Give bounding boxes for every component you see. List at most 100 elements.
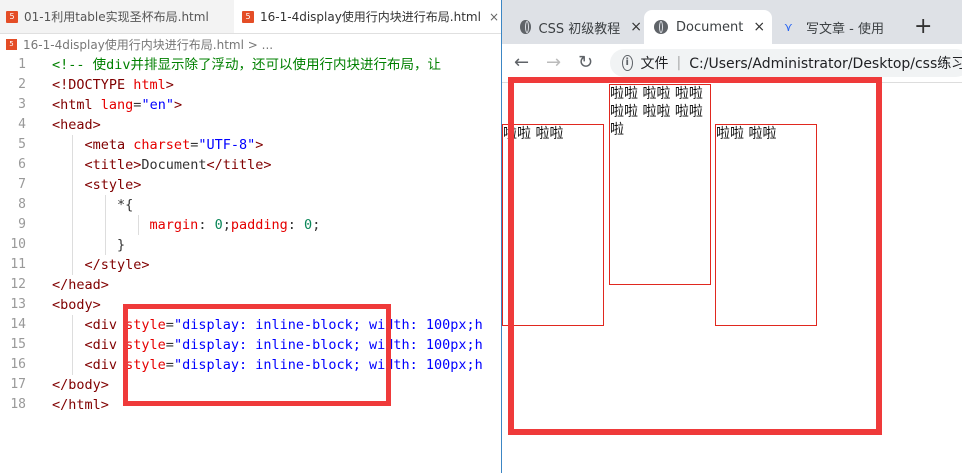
code-token: <title>	[84, 157, 142, 173]
code-line: </style>	[52, 255, 502, 275]
breadcrumb[interactable]: 5 16-1-4display使用行内块进行布局.html > ...	[0, 34, 273, 54]
line-number: 4	[18, 117, 26, 132]
code-token: >	[173, 97, 183, 113]
line-number: 9	[18, 217, 26, 232]
code-token: <meta	[84, 137, 134, 153]
code-token: 0	[304, 217, 313, 233]
page-viewport: 啦啦 啦啦 啦啦 啦啦 啦啦 啦啦 啦啦 啦啦 啦 啦啦 啦啦	[502, 77, 962, 473]
comment-text: <!-- 使div并排显示除了浮动，还可以使用行内块进行布局，让	[52, 57, 442, 73]
code-token: </html>	[52, 397, 109, 413]
code-token: >	[165, 77, 174, 93]
code-token: Document	[141, 157, 207, 173]
editor-tab-2-label: 16-1-4display使用行内块进行布局.html	[260, 10, 481, 24]
code-token: </head>	[52, 277, 109, 293]
code-token: ;	[312, 217, 321, 233]
code-line: *{	[52, 195, 502, 215]
line-number: 5	[18, 137, 26, 152]
line-number: 13	[10, 297, 26, 312]
code-line: <style>	[52, 175, 502, 195]
code-line: <!DOCTYPE html>	[52, 75, 502, 95]
info-icon[interactable]: i	[622, 55, 633, 71]
line-number-gutter: 1 2 3 4 5 6 7 8 9 10 11 12 13 14 15 16 1…	[0, 55, 44, 415]
code-line: <meta charset="UTF-8">	[52, 135, 502, 155]
line-number: 14	[10, 317, 26, 332]
browser-tab-strip: CSS 初级教程 × Document × ⋎ 写文章 - 使用 +	[502, 0, 962, 44]
code-token: <div	[84, 317, 126, 333]
code-line: margin: 0;padding: 0;	[52, 215, 502, 235]
code-token: html	[133, 77, 166, 93]
code-line: }	[52, 235, 502, 255]
code-line: <title>Document</title>	[52, 155, 502, 175]
line-number: 10	[10, 237, 26, 252]
code-token: >	[255, 137, 264, 153]
line-number: 12	[10, 277, 26, 292]
line-number: 16	[10, 357, 26, 372]
browser-tab-write[interactable]: ⋎ 写文章 - 使用	[784, 10, 902, 44]
back-arrow-icon[interactable]: ←	[514, 52, 529, 73]
browser-tab-css[interactable]: CSS 初级教程 ×	[520, 10, 642, 44]
breadcrumb-label: 16-1-4display使用行内块进行布局.html > ...	[23, 37, 274, 52]
code-token: <style>	[84, 177, 142, 193]
browser-tab-label: 写文章 - 使用	[806, 21, 884, 37]
html5-icon: 5	[6, 38, 17, 50]
code-token: 0	[214, 217, 223, 233]
browser-tab-label: Document	[676, 19, 744, 35]
code-token: padding	[230, 217, 288, 233]
line-number: 1	[18, 57, 26, 72]
address-bar[interactable]: i 文件 | C:/Users/Administrator/Desktop/cs…	[610, 49, 962, 77]
code-token: "en"	[141, 97, 174, 113]
line-number: 7	[18, 177, 26, 192]
code-token: <html	[52, 97, 101, 113]
code-token: charset	[133, 137, 191, 153]
code-line: <!-- 使div并排显示除了浮动，还可以使用行内块进行布局，让	[52, 55, 502, 75]
code-token: <body>	[52, 297, 101, 313]
forward-arrow-icon[interactable]: →	[546, 52, 561, 73]
line-number: 11	[10, 257, 26, 272]
new-tab-button[interactable]: +	[914, 14, 932, 39]
editor-tab-1-label: 01-1利用table实现圣杯布局.html	[24, 10, 209, 24]
globe-icon	[654, 20, 668, 34]
code-token: <head>	[52, 117, 101, 133]
code-token: }	[117, 237, 126, 253]
highlight-annotation-box	[508, 77, 882, 435]
chevron-logo-icon: ⋎	[784, 20, 793, 34]
line-number: 3	[18, 97, 26, 112]
editor-tab-2[interactable]: 5 16-1-4display使用行内块进行布局.html ×	[234, 0, 502, 33]
line-number: 17	[10, 377, 26, 392]
code-line: </head>	[52, 275, 502, 295]
file-label: 文件	[640, 56, 669, 72]
close-icon[interactable]: ×	[489, 10, 499, 24]
editor-tab-1[interactable]: 5 01-1利用table实现圣杯布局.html	[0, 0, 222, 33]
line-number: 6	[18, 157, 26, 172]
browser-tab-label: CSS 初级教程	[538, 21, 621, 37]
html5-icon: 5	[242, 10, 254, 23]
close-icon[interactable]: ×	[753, 19, 765, 35]
code-token: "UTF-8"	[198, 137, 256, 153]
highlight-annotation-box	[123, 304, 391, 406]
reload-icon[interactable]: ↻	[578, 52, 593, 73]
line-number: 18	[10, 397, 26, 412]
close-icon[interactable]: ×	[630, 19, 642, 35]
line-number: 8	[18, 197, 26, 212]
code-token: *{	[117, 197, 134, 213]
browser-tab-document[interactable]: Document ×	[644, 10, 772, 44]
code-token: lang	[100, 97, 134, 113]
address-separator: |	[676, 55, 682, 71]
code-token: margin	[149, 217, 199, 233]
line-number: 15	[10, 337, 26, 352]
editor-tab-bar: 5 01-1利用table实现圣杯布局.html 5 16-1-4display…	[0, 0, 502, 34]
url-text: C:/Users/Administrator/Desktop/css练习/	[689, 56, 962, 72]
code-token: :	[287, 217, 305, 233]
code-token: ;	[222, 217, 231, 233]
line-number: 2	[18, 77, 26, 92]
code-line: <head>	[52, 115, 502, 135]
code-token: </title>	[206, 157, 272, 173]
code-line: <html lang="en">	[52, 95, 502, 115]
code-token: <!DOCTYPE	[52, 77, 134, 93]
browser-window: CSS 初级教程 × Document × ⋎ 写文章 - 使用 + ← → ↻…	[502, 0, 962, 473]
code-token: <div	[84, 337, 126, 353]
code-token: </body>	[52, 377, 109, 393]
code-editor: 5 01-1利用table实现圣杯布局.html 5 16-1-4display…	[0, 0, 502, 473]
code-token: </style>	[84, 257, 150, 273]
globe-icon	[520, 20, 531, 34]
